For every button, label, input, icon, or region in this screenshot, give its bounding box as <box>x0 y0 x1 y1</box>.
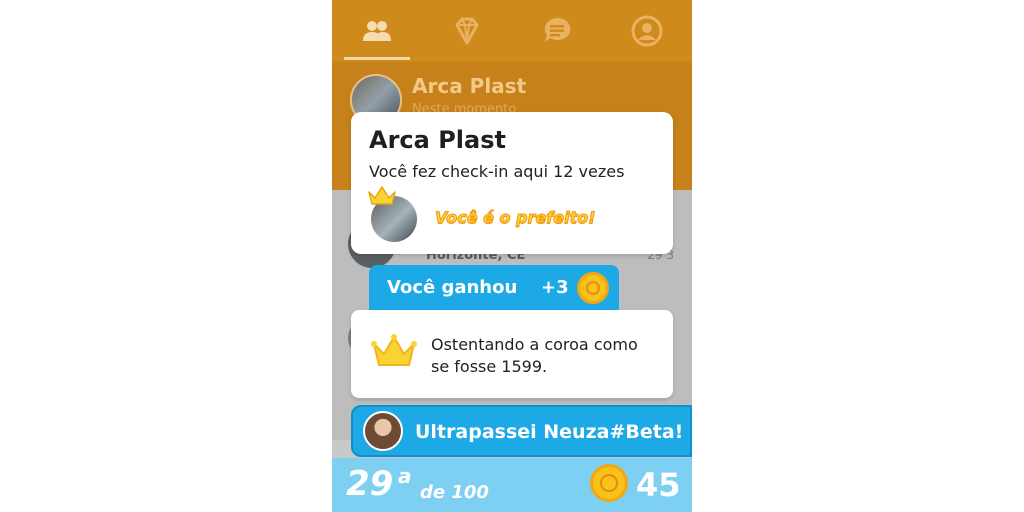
rank-bar: 29 a de 100 45 <box>332 458 692 512</box>
overtake-text: Ultrapassei Neuza#Beta! <box>415 421 684 443</box>
mayor-status-text: Você é o prefeito! <box>435 208 597 228</box>
rank-suffix: a <box>398 464 412 488</box>
coins-earned-banner: Você ganhou +3 <box>369 265 619 311</box>
badge-card: Ostentando a coroa como se fosse 1599. <box>351 310 673 398</box>
overtake-banner[interactable]: Ultrapassei Neuza#Beta! <box>351 405 692 457</box>
coin-total: 45 <box>636 466 681 504</box>
coin-icon <box>577 272 609 304</box>
chat-icon <box>544 17 571 42</box>
checkin-count-text: Você fez check-in aqui 12 vezes <box>369 162 625 181</box>
tab-profile[interactable] <box>602 0 692 62</box>
crown-icon <box>368 186 396 205</box>
earned-label: Você ganhou <box>387 277 518 298</box>
tab-friends[interactable] <box>332 0 422 62</box>
tab-chat[interactable] <box>512 0 602 62</box>
top-navigation <box>332 0 692 62</box>
diamond-icon <box>455 17 479 45</box>
rank-total: de 100 <box>420 482 489 503</box>
rank-position: 29 <box>346 464 394 504</box>
venue-name: Arca Plast <box>412 74 527 98</box>
phone-screen: Arca Plast Neste momento Horizonte, CE 2… <box>332 0 692 512</box>
checkin-card: Arca Plast Você fez check-in aqui 12 vez… <box>351 112 673 254</box>
earned-amount: +3 <box>541 277 569 298</box>
crown-icon <box>371 334 417 366</box>
tab-diamond[interactable] <box>422 0 512 62</box>
friends-icon <box>363 21 391 41</box>
checkin-card-title: Arca Plast <box>369 126 506 154</box>
avatar <box>363 411 403 451</box>
coin-icon <box>590 464 628 502</box>
profile-icon <box>631 15 663 47</box>
badge-text: Ostentando a coroa como se fosse 1599. <box>431 335 638 376</box>
